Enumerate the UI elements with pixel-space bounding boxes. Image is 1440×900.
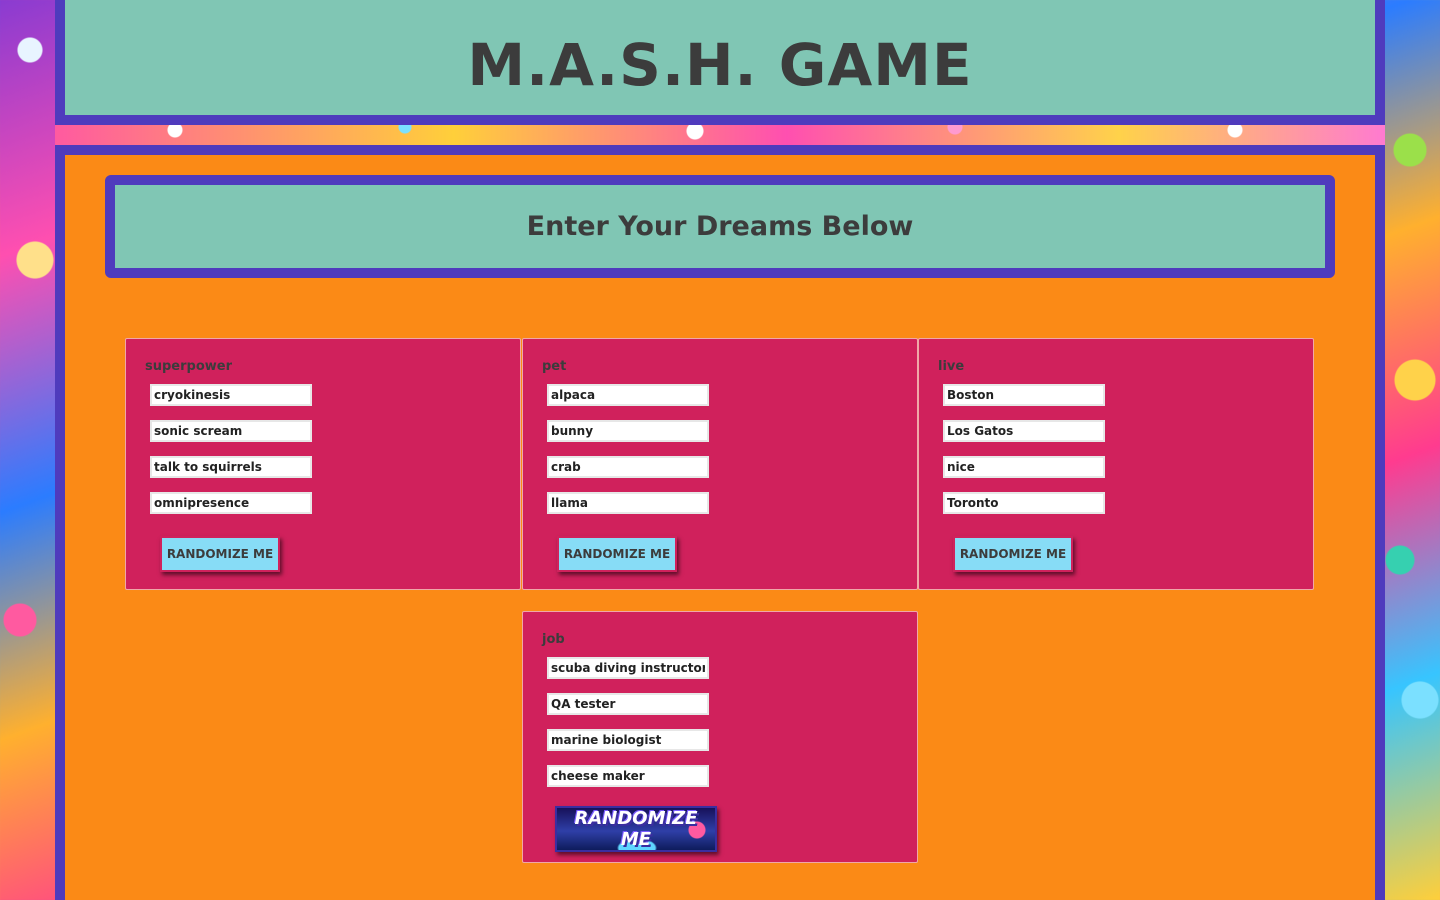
randomize-superpower-button[interactable]: RANDOMIZE ME	[160, 536, 280, 572]
randomize-job-button[interactable]: RANDOMIZE ME	[555, 806, 717, 852]
job-option-2[interactable]	[547, 693, 709, 715]
job-option-4[interactable]	[547, 765, 709, 787]
randomize-live-button[interactable]: RANDOMIZE ME	[953, 536, 1073, 572]
live-option-4[interactable]	[943, 492, 1105, 514]
category-label: live	[938, 359, 965, 374]
category-label: pet	[542, 359, 567, 374]
category-label: job	[542, 632, 565, 647]
live-option-1[interactable]	[943, 384, 1105, 406]
superpower-option-4[interactable]	[150, 492, 312, 514]
dreams-title: Enter Your Dreams Below	[526, 211, 914, 242]
pet-option-3[interactable]	[547, 456, 709, 478]
pet-option-2[interactable]	[547, 420, 709, 442]
superpower-option-2[interactable]	[150, 420, 312, 442]
job-option-3[interactable]	[547, 729, 709, 751]
live-option-2[interactable]	[943, 420, 1105, 442]
category-card-superpower: superpower RANDOMIZE ME	[125, 338, 521, 590]
superpower-option-1[interactable]	[150, 384, 312, 406]
pet-option-1[interactable]	[547, 384, 709, 406]
page-title: M.A.S.H. GAME	[467, 31, 973, 99]
live-option-3[interactable]	[943, 456, 1105, 478]
page-header: M.A.S.H. GAME	[55, 0, 1385, 125]
pet-option-4[interactable]	[547, 492, 709, 514]
category-card-live: live RANDOMIZE ME	[918, 338, 1314, 590]
main-panel: Enter Your Dreams Below superpower RANDO…	[55, 145, 1385, 900]
category-card-job: job RANDOMIZE ME	[522, 611, 918, 863]
superpower-option-3[interactable]	[150, 456, 312, 478]
dreams-banner: Enter Your Dreams Below	[105, 175, 1335, 278]
job-option-1[interactable]	[547, 657, 709, 679]
category-label: superpower	[145, 359, 233, 374]
randomize-pet-button[interactable]: RANDOMIZE ME	[557, 536, 677, 572]
category-card-pet: pet RANDOMIZE ME	[522, 338, 918, 590]
